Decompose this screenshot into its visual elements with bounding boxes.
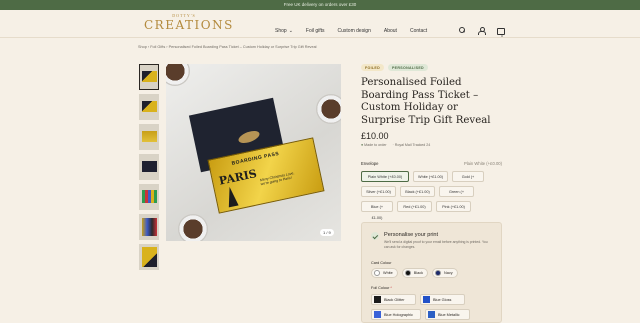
foil-colour-option-label: Blue Gloss <box>433 297 452 302</box>
nav-item-about[interactable]: About <box>384 28 397 34</box>
foil-colour-label-text: Foil Colour <box>371 286 390 290</box>
ticket-message: Merry Christmas Love, we're going to Par… <box>259 171 295 187</box>
eiffel-tower-icon <box>224 185 239 208</box>
badge-foiled: FOILED <box>361 64 384 71</box>
envelope-option[interactable]: Gold (+£1.00) <box>452 171 484 190</box>
ticket-city: PARIS <box>217 167 258 188</box>
thumbnail[interactable] <box>139 244 159 270</box>
product-info: FOILED PERSONALISED Personalised Foiled … <box>361 64 503 147</box>
coffee-cup-icon <box>316 94 341 124</box>
brand-logo[interactable]: DOTTY'S CREATIONS <box>144 13 234 37</box>
card-colour-option-label: White <box>383 271 393 275</box>
card-colour-option-label: Black <box>413 271 424 275</box>
thumbnail[interactable] <box>139 184 159 210</box>
foil-colour-option[interactable]: Black Glitter <box>371 294 416 305</box>
envelope-options: Plain White (+£0.00) White (+£1.00) Gold (… <box>361 171 503 220</box>
nav-item-foil-gifts[interactable]: Foil gifts <box>306 28 325 34</box>
foil-colour-option-label: Blue Holographic <box>384 312 413 317</box>
search-icon[interactable] <box>458 26 466 34</box>
envelope-option[interactable]: Black (+£1.00) <box>400 186 435 197</box>
envelope-option[interactable]: Red (+£1.00) <box>397 201 432 212</box>
foil-colour-option-label: Black Glitter <box>384 297 405 302</box>
envelope-option[interactable]: White (+£1.00) <box>413 171 448 182</box>
thumbnail[interactable] <box>139 214 159 240</box>
brand-logo-big: CREATIONS <box>144 18 234 32</box>
chevron-down-icon: ⌄ <box>288 28 293 34</box>
card-colour-option-label: Navy <box>444 271 453 275</box>
foil-swatch-icon <box>374 311 381 318</box>
foil-swatch-icon <box>428 311 435 318</box>
colour-swatch-icon <box>435 270 442 276</box>
thumbnail-list <box>139 64 160 274</box>
nav-item-custom-design[interactable]: Custom design <box>338 28 371 34</box>
envelope-option[interactable]: Blue (+£1.00) <box>361 201 393 220</box>
required-mark: * <box>390 286 392 290</box>
envelope-header: Envelope Plain White (+£0.00) <box>361 161 502 166</box>
card-colour-option[interactable]: Black <box>401 268 429 278</box>
status-dot-icon: ● <box>361 143 364 147</box>
main-nav: Shop ⌄ Foil gifts Custom design About Co… <box>275 28 427 34</box>
cart-icon[interactable]: 0 <box>496 26 505 38</box>
envelope-label: Envelope <box>361 161 379 166</box>
coffee-cup-icon <box>178 214 208 241</box>
badge-list: FOILED PERSONALISED <box>361 64 503 71</box>
envelope-selected-value: Plain White (+£0.00) <box>463 161 502 166</box>
user-icon[interactable] <box>477 26 486 35</box>
product-title: Personalised Foiled Boarding Pass Ticket… <box>361 77 491 126</box>
foil-colour-option[interactable]: Blue Metallic <box>425 309 470 320</box>
made-to-order: Made to order <box>364 143 387 147</box>
card-colour-option[interactable]: White <box>371 268 398 278</box>
nav-item-label: Shop <box>275 28 287 34</box>
ticket-heading: BOARDING PASS <box>231 150 280 167</box>
shipping-info: ● Made to order · Royal Mail Tracked 24 <box>361 143 503 147</box>
foil-swatch-icon <box>423 296 430 303</box>
foil-colour-label: Foil Colour * <box>371 286 392 290</box>
envelope-option[interactable]: Pink (+£1.00) <box>436 201 471 212</box>
foil-colour-option[interactable]: Blue Gloss <box>420 294 465 305</box>
product-price: £10.00 <box>361 131 389 141</box>
envelope-option[interactable]: Silver (+£1.00) <box>361 186 396 197</box>
cart-count: 0 <box>501 34 503 38</box>
shipping-method: Royal Mail Tracked 24 <box>394 143 431 147</box>
thumbnail[interactable] <box>139 94 159 120</box>
badge-personalised: PERSONALISED <box>387 64 428 71</box>
thumbnail[interactable] <box>139 124 159 150</box>
foil-colour-options: Black Glitter Blue Gloss Blue Holographic B… <box>371 294 497 320</box>
card-colour-option[interactable]: Navy <box>432 268 458 278</box>
coffee-cup-icon <box>166 64 190 86</box>
truck-icon: · <box>392 143 394 147</box>
personalise-title: Personalise your print <box>384 232 439 238</box>
foil-swatch-icon <box>374 296 381 303</box>
promo-banner: Free UK delivery on orders over £30 <box>0 0 640 10</box>
card-colour-label: Card Colour <box>371 261 392 265</box>
envelope-option[interactable]: Green (+£1.00) <box>439 186 474 205</box>
header-icons: 0 <box>458 26 505 38</box>
nav-item-shop[interactable]: Shop ⌄ <box>275 28 293 34</box>
site-header: DOTTY'S CREATIONS Shop ⌄ Foil gifts Cust… <box>0 10 640 38</box>
personalise-description: We'll send a digital proof to your email… <box>384 240 488 249</box>
card-colour-options: White Black Navy <box>371 268 458 278</box>
image-counter: 1 / 9 <box>320 229 334 236</box>
envelope-option[interactable]: Plain White (+£0.00) <box>361 171 409 182</box>
thumbnail[interactable] <box>139 154 159 180</box>
colour-swatch-icon <box>404 270 411 276</box>
check-icon <box>371 232 379 240</box>
thumbnail[interactable] <box>139 64 159 90</box>
product-main-image[interactable]: BOARDING PASS PARIS Merry Christmas Love… <box>166 64 341 241</box>
colour-swatch-icon <box>374 270 380 276</box>
nav-item-contact[interactable]: Contact <box>410 28 427 34</box>
foil-colour-option-label: Blue Metallic <box>438 312 460 317</box>
personalise-panel: Personalise your print We'll send a digi… <box>361 222 502 323</box>
breadcrumb: Shop › Foil Gifts › Personalised Foiled … <box>138 45 317 49</box>
foil-colour-option[interactable]: Blue Holographic <box>371 309 421 320</box>
